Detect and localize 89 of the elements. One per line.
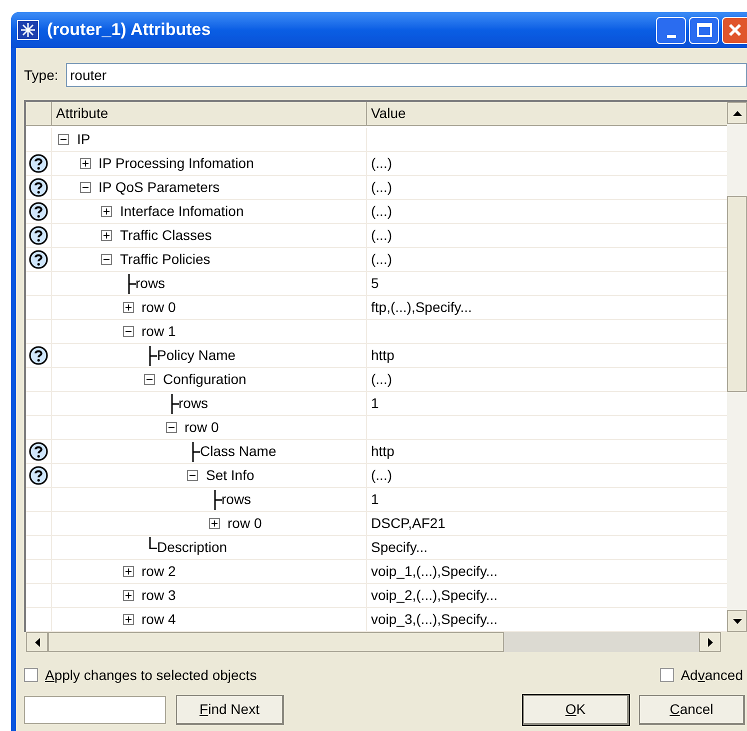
plus-icon[interactable] <box>122 590 134 601</box>
attribute-label: row 2 <box>142 562 176 581</box>
help-icon[interactable] <box>29 202 48 221</box>
attribute-label: IP Processing Infomation <box>98 154 254 173</box>
find-next-button[interactable]: Find Next <box>176 695 284 725</box>
attribute-label: row 0 <box>184 418 219 437</box>
type-label: Type: <box>24 66 60 85</box>
value-cell-text: voip_3,(...),Specify... <box>371 610 498 629</box>
value-cell-text: voip_1,(...),Specify... <box>371 562 498 581</box>
plus-icon[interactable] <box>122 614 134 625</box>
attribute-label: row 0 <box>228 514 262 533</box>
value-cell-text: (...) <box>371 226 392 245</box>
up-arrow-icon <box>732 110 742 116</box>
value-cell-text: ftp,(...),Specify... <box>371 298 472 317</box>
scroll-thumb[interactable] <box>727 196 747 392</box>
scroll-left-button[interactable] <box>26 632 48 652</box>
window-title: (router_1) Attributes <box>47 19 211 42</box>
plus-icon[interactable] <box>122 566 134 577</box>
help-icon[interactable] <box>29 466 48 485</box>
plus-icon[interactable] <box>101 230 112 241</box>
checkbox[interactable] <box>24 668 38 682</box>
attribute-label: rows <box>178 394 208 413</box>
value-cell-text: DSCP,AF21 <box>371 514 446 533</box>
scroll-up-button[interactable] <box>727 102 747 124</box>
value-cell-text: (...) <box>371 154 392 173</box>
attribute-label: Traffic Policies <box>120 250 210 269</box>
scroll-right-button[interactable] <box>699 632 721 652</box>
value-cell-text: Specify... <box>371 538 428 557</box>
left-arrow-icon <box>34 638 40 646</box>
help-icon[interactable] <box>29 226 48 245</box>
minus-icon[interactable] <box>166 422 176 433</box>
attribute-label: row 3 <box>142 586 176 605</box>
attribute-label: row 1 <box>142 322 176 341</box>
help-icon[interactable] <box>29 250 48 269</box>
value-cell-text: 1 <box>371 490 379 509</box>
value-cell-text: (...) <box>371 250 392 269</box>
plus-icon[interactable] <box>80 158 90 169</box>
attribute-label: Interface Infomation <box>120 202 244 221</box>
attribute-label: IP <box>77 130 90 149</box>
minus-icon[interactable] <box>58 134 69 145</box>
cancel-button[interactable]: Cancel <box>639 695 745 725</box>
value-cell-text: 5 <box>371 274 379 293</box>
value-cell-text: (...) <box>371 202 392 221</box>
attribute-label: Description <box>157 538 228 557</box>
value-cell-text: (...) <box>371 178 392 197</box>
minus-icon[interactable] <box>80 182 90 193</box>
attribute-label: Traffic Classes <box>120 226 212 245</box>
attribute-label: rows <box>136 274 166 293</box>
minus-icon[interactable] <box>122 326 134 337</box>
attribute-label: Set Info <box>206 466 254 485</box>
value-cell-text: (...) <box>371 370 392 389</box>
attribute-label: IP QoS Parameters <box>98 178 220 197</box>
checkbox[interactable] <box>660 668 674 682</box>
attribute-label: rows <box>222 490 252 509</box>
scroll-thumb[interactable] <box>48 632 504 652</box>
help-icon[interactable] <box>29 178 48 197</box>
maximize-button[interactable] <box>689 16 719 44</box>
minimize-button[interactable] <box>656 16 686 44</box>
attribute-label: Policy Name <box>157 346 236 365</box>
type-field[interactable]: router <box>66 63 747 87</box>
close-icon <box>727 22 743 38</box>
right-arrow-icon <box>708 638 712 646</box>
plus-icon[interactable] <box>101 206 112 217</box>
app-icon[interactable] <box>17 20 39 40</box>
minus-icon[interactable] <box>101 254 112 265</box>
checkbox-label[interactable]: Advanced <box>680 664 743 686</box>
help-icon[interactable] <box>29 346 48 365</box>
plus-icon[interactable] <box>208 518 220 529</box>
scroll-down-button[interactable] <box>727 610 747 632</box>
minus-icon[interactable] <box>187 470 198 481</box>
help-icon[interactable] <box>29 154 48 173</box>
plus-icon[interactable] <box>122 302 134 313</box>
value-cell-text: 1 <box>371 394 379 413</box>
attribute-label: row 4 <box>142 610 176 629</box>
checkbox-label[interactable]: Apply changes to selected objects <box>45 664 257 686</box>
value-cell-text: voip_2,(...),Specify... <box>371 586 498 605</box>
help-icon[interactable] <box>29 442 48 461</box>
value-cell-text: http <box>371 442 394 461</box>
minus-icon[interactable] <box>144 374 155 385</box>
value-cell-text: (...) <box>371 466 392 485</box>
down-arrow-icon <box>732 618 742 624</box>
close-button[interactable] <box>722 16 747 44</box>
ok-button[interactable]: OK <box>523 695 629 725</box>
column-header[interactable]: Attribute <box>52 102 367 126</box>
attribute-label: row 0 <box>142 298 176 317</box>
attribute-label: Configuration <box>163 370 246 389</box>
find-field[interactable] <box>24 696 166 724</box>
attribute-label: Class Name <box>200 442 276 461</box>
value-cell-text: http <box>371 346 394 365</box>
